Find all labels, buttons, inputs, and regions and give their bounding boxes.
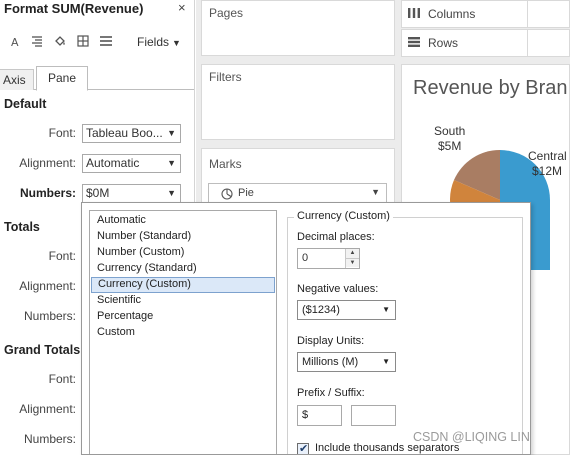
display-units-select[interactable]: Millions (M) ▼ — [297, 352, 396, 372]
totals-alignment-label: Alignment: — [19, 279, 76, 293]
default-alignment-label: Alignment: — [19, 156, 76, 170]
pages-card[interactable]: Pages — [201, 0, 395, 56]
pie-label-central-region: Central — [528, 149, 567, 163]
thousands-separator-checkbox[interactable]: ✔ — [297, 443, 309, 455]
filters-card-title: Filters — [209, 70, 242, 84]
format-option-custom[interactable]: Custom — [91, 325, 275, 341]
viz-title: Revenue by Bran — [413, 77, 568, 99]
format-option-currency-custom[interactable]: Currency (Custom) — [91, 277, 275, 293]
chevron-down-icon: ▼ — [167, 158, 176, 168]
negative-values-label: Negative values: — [297, 283, 379, 295]
fields-dropdown[interactable]: Fields ▼ — [137, 35, 181, 49]
default-font-label: Font: — [48, 126, 76, 140]
rows-shelf[interactable]: Rows — [401, 29, 570, 57]
totals-font-label: Font: — [48, 249, 76, 263]
decimal-places-value: 0 — [302, 252, 309, 264]
currency-custom-group-title: Currency (Custom) — [294, 210, 393, 222]
chevron-down-icon: ▼ — [371, 187, 380, 197]
stepper-buttons: ▲ ▼ — [345, 249, 359, 268]
chevron-down-icon: ▼ — [382, 357, 390, 366]
grand-totals-heading: Grand Totals — [4, 343, 81, 357]
prefix-input[interactable]: $ — [297, 405, 342, 426]
pie-label-south: South $5M — [434, 124, 465, 154]
totals-heading: Totals — [4, 220, 40, 234]
alignment-icon[interactable] — [30, 34, 44, 48]
number-format-popup: Automatic Number (Standard) Number (Cust… — [81, 202, 531, 455]
decimal-places-stepper[interactable]: 0 ▲ ▼ — [297, 248, 360, 269]
pages-card-title: Pages — [209, 6, 244, 20]
borders-icon[interactable] — [76, 34, 90, 48]
pie-icon — [221, 188, 233, 200]
marks-card-title: Marks — [209, 157, 242, 171]
font-icon[interactable]: A — [8, 34, 22, 49]
lines-icon[interactable] — [99, 34, 113, 48]
pie-label-central-value: $12M — [532, 164, 563, 178]
default-heading: Default — [4, 97, 47, 111]
grand-totals-numbers-label: Numbers: — [23, 432, 76, 446]
chevron-down-icon: ▼ — [172, 38, 181, 48]
format-tabs: Axis Pane — [0, 66, 194, 91]
default-numbers-value: $0M — [86, 186, 110, 200]
default-alignment-select[interactable]: Automatic ▼ — [82, 154, 181, 173]
chevron-down-icon: ▼ — [167, 128, 176, 138]
format-option-number-custom[interactable]: Number (Custom) — [91, 245, 275, 261]
rows-label: Rows — [428, 36, 459, 50]
default-numbers-label: Numbers: — [19, 186, 76, 200]
format-pane-title: Format SUM(Revenue) — [4, 1, 144, 16]
negative-values-value: ($1234) — [302, 304, 340, 316]
columns-label: Columns — [428, 7, 476, 21]
tab-pane[interactable]: Pane — [36, 66, 88, 91]
filters-card[interactable]: Filters — [201, 64, 395, 140]
format-option-scientific[interactable]: Scientific — [91, 293, 275, 309]
format-option-currency-standard[interactable]: Currency (Standard) — [91, 261, 275, 277]
shelf-divider — [527, 1, 528, 27]
pie-label-central: Central $12M — [528, 149, 567, 179]
pie-label-south-value: $5M — [438, 139, 462, 153]
mark-type-value: Pie — [238, 187, 254, 199]
grand-totals-font-label: Font: — [48, 372, 76, 386]
tab-axis[interactable]: Axis — [0, 69, 34, 90]
chevron-down-icon: ▼ — [382, 305, 390, 314]
default-font-value: Tableau Boo... — [86, 126, 163, 140]
default-numbers-select[interactable]: $0M ▼ — [82, 184, 181, 203]
display-units-value: Millions (M) — [302, 356, 359, 368]
shading-icon[interactable] — [53, 34, 67, 48]
decimal-places-label: Decimal places: — [297, 231, 375, 243]
svg-text:A: A — [11, 36, 19, 48]
suffix-input[interactable] — [351, 405, 396, 426]
fields-label: Fields — [137, 35, 170, 49]
close-icon[interactable]: × — [178, 0, 186, 15]
default-font-select[interactable]: Tableau Boo... ▼ — [82, 124, 181, 143]
checkmark-icon: ✔ — [299, 443, 309, 455]
number-format-list[interactable]: Automatic Number (Standard) Number (Cust… — [89, 210, 277, 454]
columns-icon — [408, 8, 420, 21]
pie-label-south-region: South — [434, 124, 466, 138]
stepper-up-icon[interactable]: ▲ — [346, 249, 359, 258]
rows-icon — [408, 37, 420, 50]
chevron-down-icon: ▼ — [167, 188, 176, 198]
stepper-down-icon[interactable]: ▼ — [346, 258, 359, 267]
negative-values-select[interactable]: ($1234) ▼ — [297, 300, 396, 320]
mark-type-select[interactable]: Pie ▼ — [208, 183, 387, 204]
default-alignment-value: Automatic — [86, 156, 140, 170]
totals-numbers-label: Numbers: — [23, 309, 76, 323]
grand-totals-alignment-label: Alignment: — [19, 402, 76, 416]
format-option-percentage[interactable]: Percentage — [91, 309, 275, 325]
format-option-automatic[interactable]: Automatic — [91, 213, 275, 229]
format-toolbar: A Fields ▼ — [0, 30, 194, 56]
columns-shelf[interactable]: Columns — [401, 0, 570, 28]
watermark: CSDN @LIQING LIN — [413, 430, 530, 444]
prefix-suffix-label: Prefix / Suffix: — [297, 387, 365, 399]
shelf-divider — [527, 30, 528, 56]
display-units-label: Display Units: — [297, 335, 365, 347]
format-option-number-standard[interactable]: Number (Standard) — [91, 229, 275, 245]
